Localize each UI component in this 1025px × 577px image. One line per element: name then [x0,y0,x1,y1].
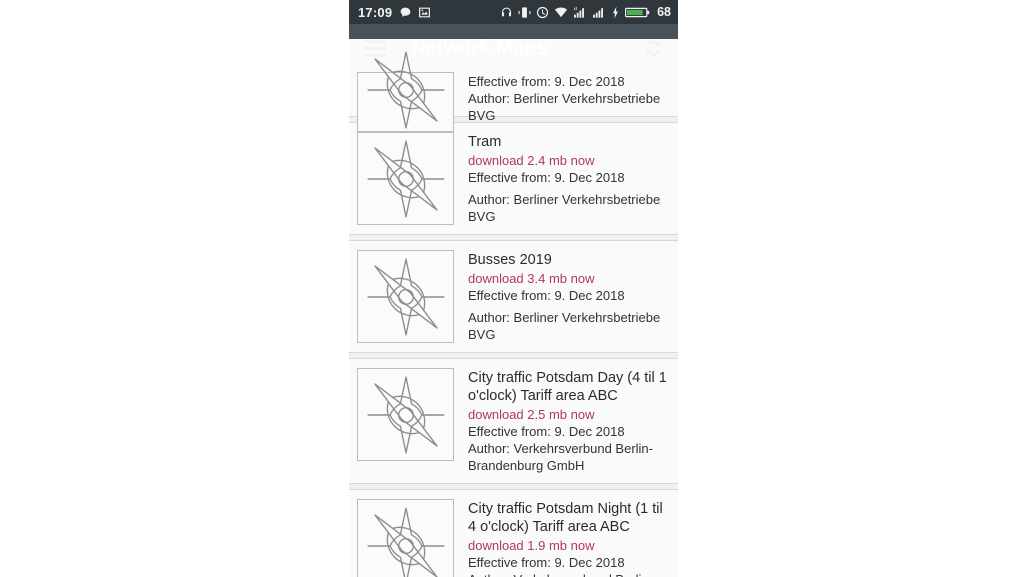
status-left-icons [399,6,431,19]
map-list-item-1[interactable]: Tram download 2.4 mb now Effective from:… [349,122,678,235]
battery-icon [625,7,650,17]
signal-sim2-icon [593,7,604,18]
alarm-icon [537,6,549,18]
map-title: Busses 2019 [468,252,552,268]
map-title: City traffic Potsdam Day (4 til 1 o'cloc… [468,370,667,404]
headphones-icon [502,7,512,16]
battery-percent: 68 [657,5,671,19]
map-meta: Tram download 2.4 mb now Effective from:… [468,132,668,225]
map-thumbnail [357,499,454,577]
map-thumbnail [357,368,454,461]
map-author: Author: Berliner Verkehrsbetriebe BVG [468,310,661,342]
map-author: Author: Verkehrsverbund Berlin-Brandenbu… [468,441,653,473]
screenshot-root: 17:09 68 Network Maps Effective from: 9.… [0,0,1025,577]
vibrate-icon [518,6,531,18]
map-thumbnail [357,250,454,343]
status-right-icons: 68 [500,5,671,19]
effective-from: Effective from: 9. Dec 2018 [468,555,625,570]
status-clock: 17:09 [358,4,393,20]
network-maps-list[interactable]: Effective from: 9. Dec 2018 Author: Berl… [349,39,678,577]
status-bar: 17:09 68 [349,0,678,24]
image-icon [419,7,431,17]
download-link[interactable]: download 2.5 mb now [468,406,668,423]
message-icon [400,7,411,17]
map-author: Author: Verkehrsverbund Berlin-Bradenbur… [468,571,668,577]
map-list-item-2[interactable]: Busses 2019 download 3.4 mb now Effectiv… [349,240,678,353]
wifi-icon [555,6,568,17]
signal-sim1-icon [574,6,585,18]
effective-from: Effective from: 9. Dec 2018 [468,424,625,439]
download-link[interactable]: download 2.4 mb now [468,152,668,169]
map-meta: Busses 2019 download 3.4 mb now Effectiv… [468,250,668,343]
download-link[interactable]: download 1.9 mb now [468,537,668,554]
compass-map-icon [366,51,445,129]
map-meta: City traffic Potsdam Day (4 til 1 o'cloc… [468,368,668,474]
map-thumbnail [357,51,454,132]
map-list-item-3[interactable]: City traffic Potsdam Day (4 til 1 o'cloc… [349,358,678,484]
map-author: Author: Berliner Verkehrsbetriebe BVG [468,91,661,123]
compass-map-icon [366,506,445,577]
map-meta: City traffic Potsdam Night (1 til 4 o'cl… [468,499,668,577]
map-list-item-0[interactable]: Effective from: 9. Dec 2018 Author: Berl… [349,39,678,132]
effective-from: Effective from: 9. Dec 2018 [468,170,625,185]
map-title: Tram [468,134,502,150]
phone-screen: 17:09 68 Network Maps Effective from: 9.… [349,0,678,577]
hamburger-bar [364,39,386,43]
map-meta: Effective from: 9. Dec 2018 Author: Berl… [468,39,668,123]
compass-map-icon [366,257,445,336]
compass-map-icon [366,375,445,454]
effective-from: Effective from: 9. Dec 2018 [468,74,625,89]
compass-map-icon [366,139,445,218]
download-link[interactable]: download 3.4 mb now [468,270,668,287]
map-list-item-4[interactable]: City traffic Potsdam Night (1 til 4 o'cl… [349,489,678,577]
effective-from: Effective from: 9. Dec 2018 [468,288,625,303]
map-thumbnail [357,132,454,225]
charging-bolt-icon [613,6,619,18]
map-title: City traffic Potsdam Night (1 til 4 o'cl… [468,501,663,535]
map-author: Author: Berliner Verkehrsbetriebe BVG [468,192,661,224]
